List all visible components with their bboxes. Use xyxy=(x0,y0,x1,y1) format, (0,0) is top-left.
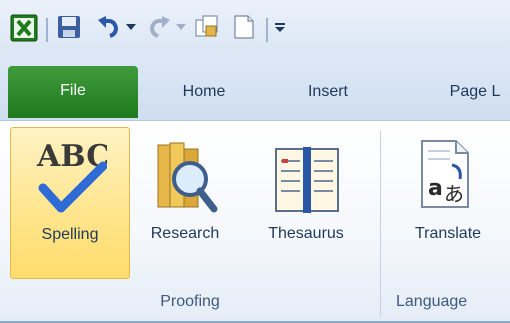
research-books-magnifier-icon xyxy=(157,142,218,213)
excel-app-icon[interactable] xyxy=(10,14,38,42)
undo-dropdown-icon[interactable] xyxy=(126,24,136,32)
translate-button[interactable]: a あ Translate xyxy=(390,127,506,277)
group-divider xyxy=(380,131,381,316)
tab-page-layout[interactable]: Page L xyxy=(420,64,510,120)
redo-dropdown-icon[interactable] xyxy=(176,24,186,32)
svg-text:a: a xyxy=(428,176,443,201)
translate-label: Translate xyxy=(414,225,482,242)
research-label: Research xyxy=(150,225,220,242)
thesaurus-button[interactable]: Thesaurus xyxy=(244,127,368,277)
spelling-abc-check-icon: ABC xyxy=(36,139,107,213)
research-button[interactable]: Research xyxy=(130,127,240,277)
tab-insert[interactable]: Insert xyxy=(280,64,376,120)
proofing-group-label: Proofing xyxy=(160,293,220,310)
spelling-button[interactable]: ABC Spelling xyxy=(10,127,130,279)
language-group-label: Language xyxy=(396,293,468,310)
spelling-label: Spelling xyxy=(41,226,99,243)
thesaurus-book-icon xyxy=(275,147,339,213)
tab-home[interactable]: Home xyxy=(160,64,248,120)
undo-icon[interactable] xyxy=(96,14,122,40)
ribbon-panel: ABC Spelling Research Thesaurus Proofing… xyxy=(0,120,510,323)
toolbar-separator xyxy=(46,18,48,42)
save-icon[interactable] xyxy=(56,14,82,40)
ribbon-tab-bar: File Home Insert Page L xyxy=(0,56,510,120)
new-document-icon[interactable] xyxy=(232,14,256,40)
redo-icon[interactable] xyxy=(146,14,172,40)
tab-file[interactable]: File xyxy=(8,66,138,118)
svg-text:あ: あ xyxy=(444,182,464,206)
customize-toolbar-icon[interactable] xyxy=(274,22,286,34)
thesaurus-label: Thesaurus xyxy=(268,225,344,242)
translate-icon: a あ xyxy=(421,140,469,208)
toolbar-separator xyxy=(266,18,268,42)
quick-access-toolbar xyxy=(0,0,510,56)
copy-icon[interactable] xyxy=(194,14,220,40)
